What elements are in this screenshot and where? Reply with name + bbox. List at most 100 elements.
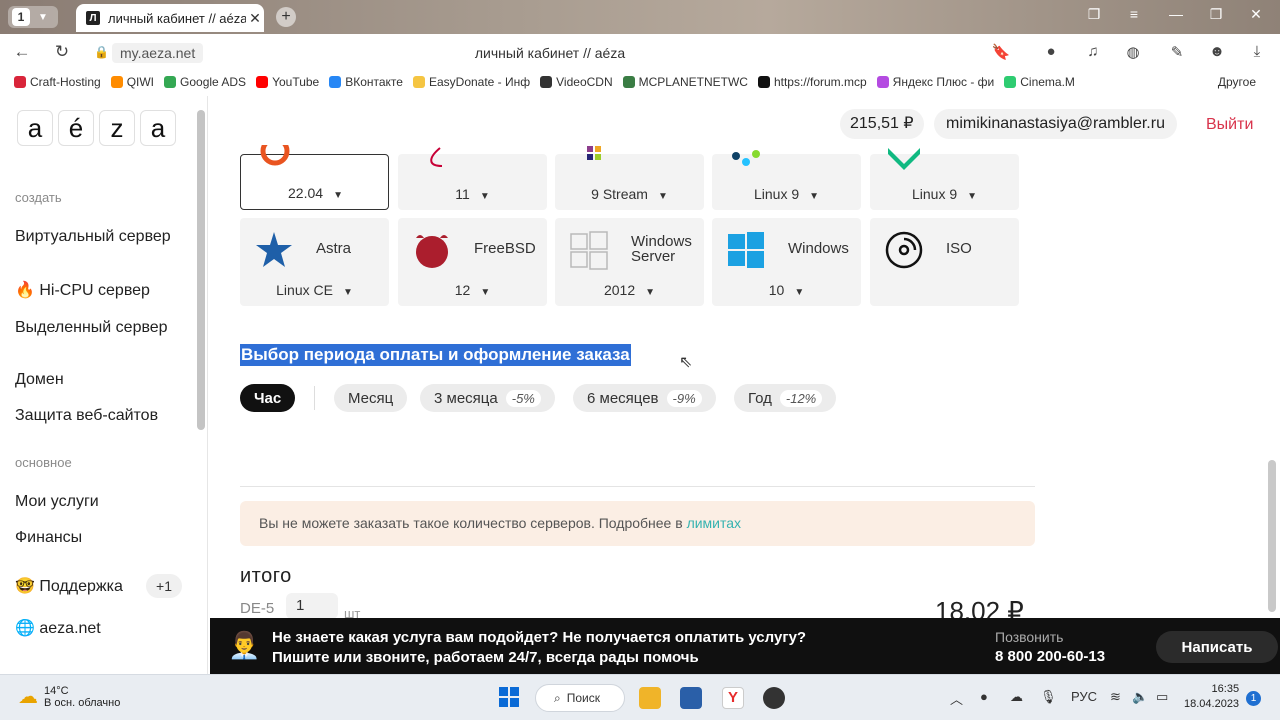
page-title: личный кабинет // aéza xyxy=(474,45,626,61)
weather-widget[interactable]: ☁ 14°C В осн. облачно xyxy=(18,684,120,709)
section-create-label: создать xyxy=(15,190,62,205)
os-version-select[interactable]: 12 ▼ xyxy=(398,282,547,298)
os-version-select[interactable]: 10 ▼ xyxy=(712,282,861,298)
write-button[interactable]: Написать xyxy=(1156,631,1278,663)
search-icon: ⌕ xyxy=(554,690,561,705)
alice-icon[interactable]: ● xyxy=(1040,43,1062,60)
page-scroll-thumb[interactable] xyxy=(1268,460,1276,612)
profile-icon[interactable]: ☻ xyxy=(1206,43,1228,60)
store-icon[interactable] xyxy=(680,687,702,709)
sidebar-item-vps[interactable]: Виртуальный сервер xyxy=(15,228,185,245)
extensions-icon[interactable]: ✎ xyxy=(1166,43,1188,61)
os-version-select[interactable]: 9 Stream ▼ xyxy=(555,186,704,202)
os-card-freebsd[interactable]: FreeBSD 12 ▼ xyxy=(398,218,547,306)
new-tab-button[interactable]: + xyxy=(276,7,296,27)
os-card-centos[interactable]: 9 Stream ▼ xyxy=(555,146,704,210)
logout-link[interactable]: Выйти xyxy=(1206,116,1253,134)
os-version-select[interactable]: Linux 9 ▼ xyxy=(870,186,1019,202)
account-email[interactable]: mimikinanastasiya@rambler.ru xyxy=(934,109,1177,139)
language-indicator[interactable]: РУС xyxy=(1071,689,1097,704)
aeza-logo[interactable]: a é z a xyxy=(17,110,181,146)
sidebar-item-finance[interactable]: Финансы xyxy=(15,529,185,546)
period-3-months[interactable]: 3 месяца -5% xyxy=(420,384,555,412)
minimize-icon[interactable]: — xyxy=(1164,6,1188,22)
bookmark-item[interactable]: Cinema.M xyxy=(1004,75,1075,89)
close-tab-icon[interactable]: ✕ xyxy=(246,10,264,27)
close-window-icon[interactable]: ✕ xyxy=(1244,6,1268,23)
taskbar-search[interactable]: ⌕ Поиск xyxy=(535,684,625,712)
bookmark-label: QIWI xyxy=(126,75,155,89)
browser-tab[interactable]: Л личный кабинет // aéza ✕ xyxy=(76,4,264,32)
download-icon[interactable]: ⤓ xyxy=(1246,43,1268,60)
bookmark-item[interactable]: Google ADS xyxy=(164,75,246,89)
sidebar-item-site[interactable]: 🌐 aeza.net xyxy=(15,620,185,637)
bookmark-item[interactable]: VideoCDN xyxy=(540,75,613,89)
quantity-input[interactable]: 1 xyxy=(286,593,338,619)
os-version-select[interactable]: 22.04 ▼ xyxy=(241,185,390,201)
balance-badge[interactable]: 215,51 ₽ xyxy=(840,109,924,139)
os-card-iso[interactable]: ISO xyxy=(870,218,1019,306)
os-version-select[interactable]: Linux CE ▼ xyxy=(240,282,389,298)
period-month[interactable]: Месяц xyxy=(334,384,408,412)
bookmarks-other-menu[interactable]: Другое xyxy=(1218,75,1256,89)
page-scrollbar[interactable] xyxy=(1266,96,1278,674)
os-name: FreeBSD xyxy=(474,240,536,257)
sidebar-item-web-protection[interactable]: Защита веб-сайтов xyxy=(15,407,185,424)
yandex-browser-icon[interactable]: Y xyxy=(722,687,744,709)
tab-counter-button[interactable]: 1 ▼ xyxy=(8,6,58,28)
period-year[interactable]: Год -12% xyxy=(734,384,837,412)
voice-icon[interactable]: ♫ xyxy=(1082,43,1104,60)
globe-icon[interactable]: ◍ xyxy=(1122,43,1144,61)
bookmark-item[interactable]: QIWI xyxy=(110,75,155,89)
os-version-select[interactable]: 2012 ▼ xyxy=(555,282,704,298)
notification-badge[interactable]: 1 xyxy=(1246,691,1261,706)
sidebar-item-domain[interactable]: Домен xyxy=(15,371,185,388)
browser-tab-bar: 1 ▼ Л личный кабинет // aéza ✕ + ❐ ≡ — ❐… xyxy=(0,0,1280,34)
os-card-alma[interactable]: Linux 9 ▼ xyxy=(712,150,861,210)
sidebar-scrollbar[interactable] xyxy=(195,96,207,556)
section-main-label: основное xyxy=(15,455,72,470)
bookmark-item[interactable]: https://forum.mcp xyxy=(757,75,867,89)
battery-icon[interactable]: ▭ xyxy=(1156,689,1168,705)
file-explorer-icon[interactable] xyxy=(639,687,661,709)
volume-icon[interactable]: 🔈 xyxy=(1132,689,1148,705)
bookmark-label: ВКонтакте xyxy=(345,75,403,89)
tray-app-icon[interactable]: ● xyxy=(980,689,988,704)
os-card-ubuntu[interactable]: 22.04 ▼ xyxy=(240,145,390,210)
sidebar-item-my-services[interactable]: Мои услуги xyxy=(15,493,185,510)
centos-icon xyxy=(587,146,601,160)
os-card-windows-server[interactable]: Windows Server 2012 ▼ xyxy=(555,218,704,306)
os-version-select[interactable]: Linux 9 ▼ xyxy=(712,186,861,202)
microphone-icon[interactable]: 🎙 xyxy=(1040,689,1057,705)
sidebar-item-dedicated[interactable]: Выделенный сервер xyxy=(15,319,185,336)
sidebar-scroll-thumb[interactable] xyxy=(197,110,205,430)
menu-icon[interactable]: ≡ xyxy=(1122,6,1146,22)
bookmark-icon[interactable]: 🔖 xyxy=(990,43,1012,61)
clock[interactable]: 16:35 18.04.2023 xyxy=(1184,682,1239,712)
period-hour[interactable]: Час xyxy=(240,384,296,412)
tray-cloud-icon[interactable]: ☁ xyxy=(1010,689,1023,705)
os-card-windows[interactable]: Windows 10 ▼ xyxy=(712,218,861,306)
wifi-icon[interactable]: ≋ xyxy=(1110,689,1121,705)
address-bar: ← ↻ 🔒 my.aeza.net личный кабинет // aéza… xyxy=(0,34,1280,70)
sidebar-item-hi-cpu[interactable]: 🔥 Hi-CPU сервер xyxy=(15,282,185,299)
bookmark-item[interactable]: YouTube xyxy=(256,75,319,89)
bookmarks-panel-icon[interactable]: ❐ xyxy=(1082,6,1106,23)
os-card-debian[interactable]: 11 ▼ xyxy=(398,147,547,210)
os-card-rocky[interactable]: Linux 9 ▼ xyxy=(870,148,1019,210)
order-item-name: DE-5 xyxy=(240,600,275,617)
bookmark-item[interactable]: MCPLANETNETWC xyxy=(622,75,748,89)
tray-overflow-icon[interactable]: ︿ xyxy=(950,689,963,708)
restore-icon[interactable]: ❐ xyxy=(1204,6,1228,23)
os-card-astra[interactable]: Astra Linux CE ▼ xyxy=(240,218,389,306)
bookmark-item[interactable]: Craft-Hosting xyxy=(14,75,101,89)
period-6-months[interactable]: 6 месяцев -9% xyxy=(573,384,716,412)
windows-start-icon[interactable] xyxy=(498,686,520,708)
bookmark-item[interactable]: Яндекс Плюс - фи xyxy=(876,75,994,89)
bookmark-item[interactable]: ВКонтакте xyxy=(329,75,403,89)
phone-link[interactable]: 8 800 200-60-13 xyxy=(995,648,1105,665)
obs-icon[interactable] xyxy=(763,687,785,709)
limits-link[interactable]: лимитах xyxy=(687,515,741,531)
bookmark-item[interactable]: EasyDonate - Инф xyxy=(412,75,530,89)
os-version-select[interactable]: 11 ▼ xyxy=(398,186,547,202)
